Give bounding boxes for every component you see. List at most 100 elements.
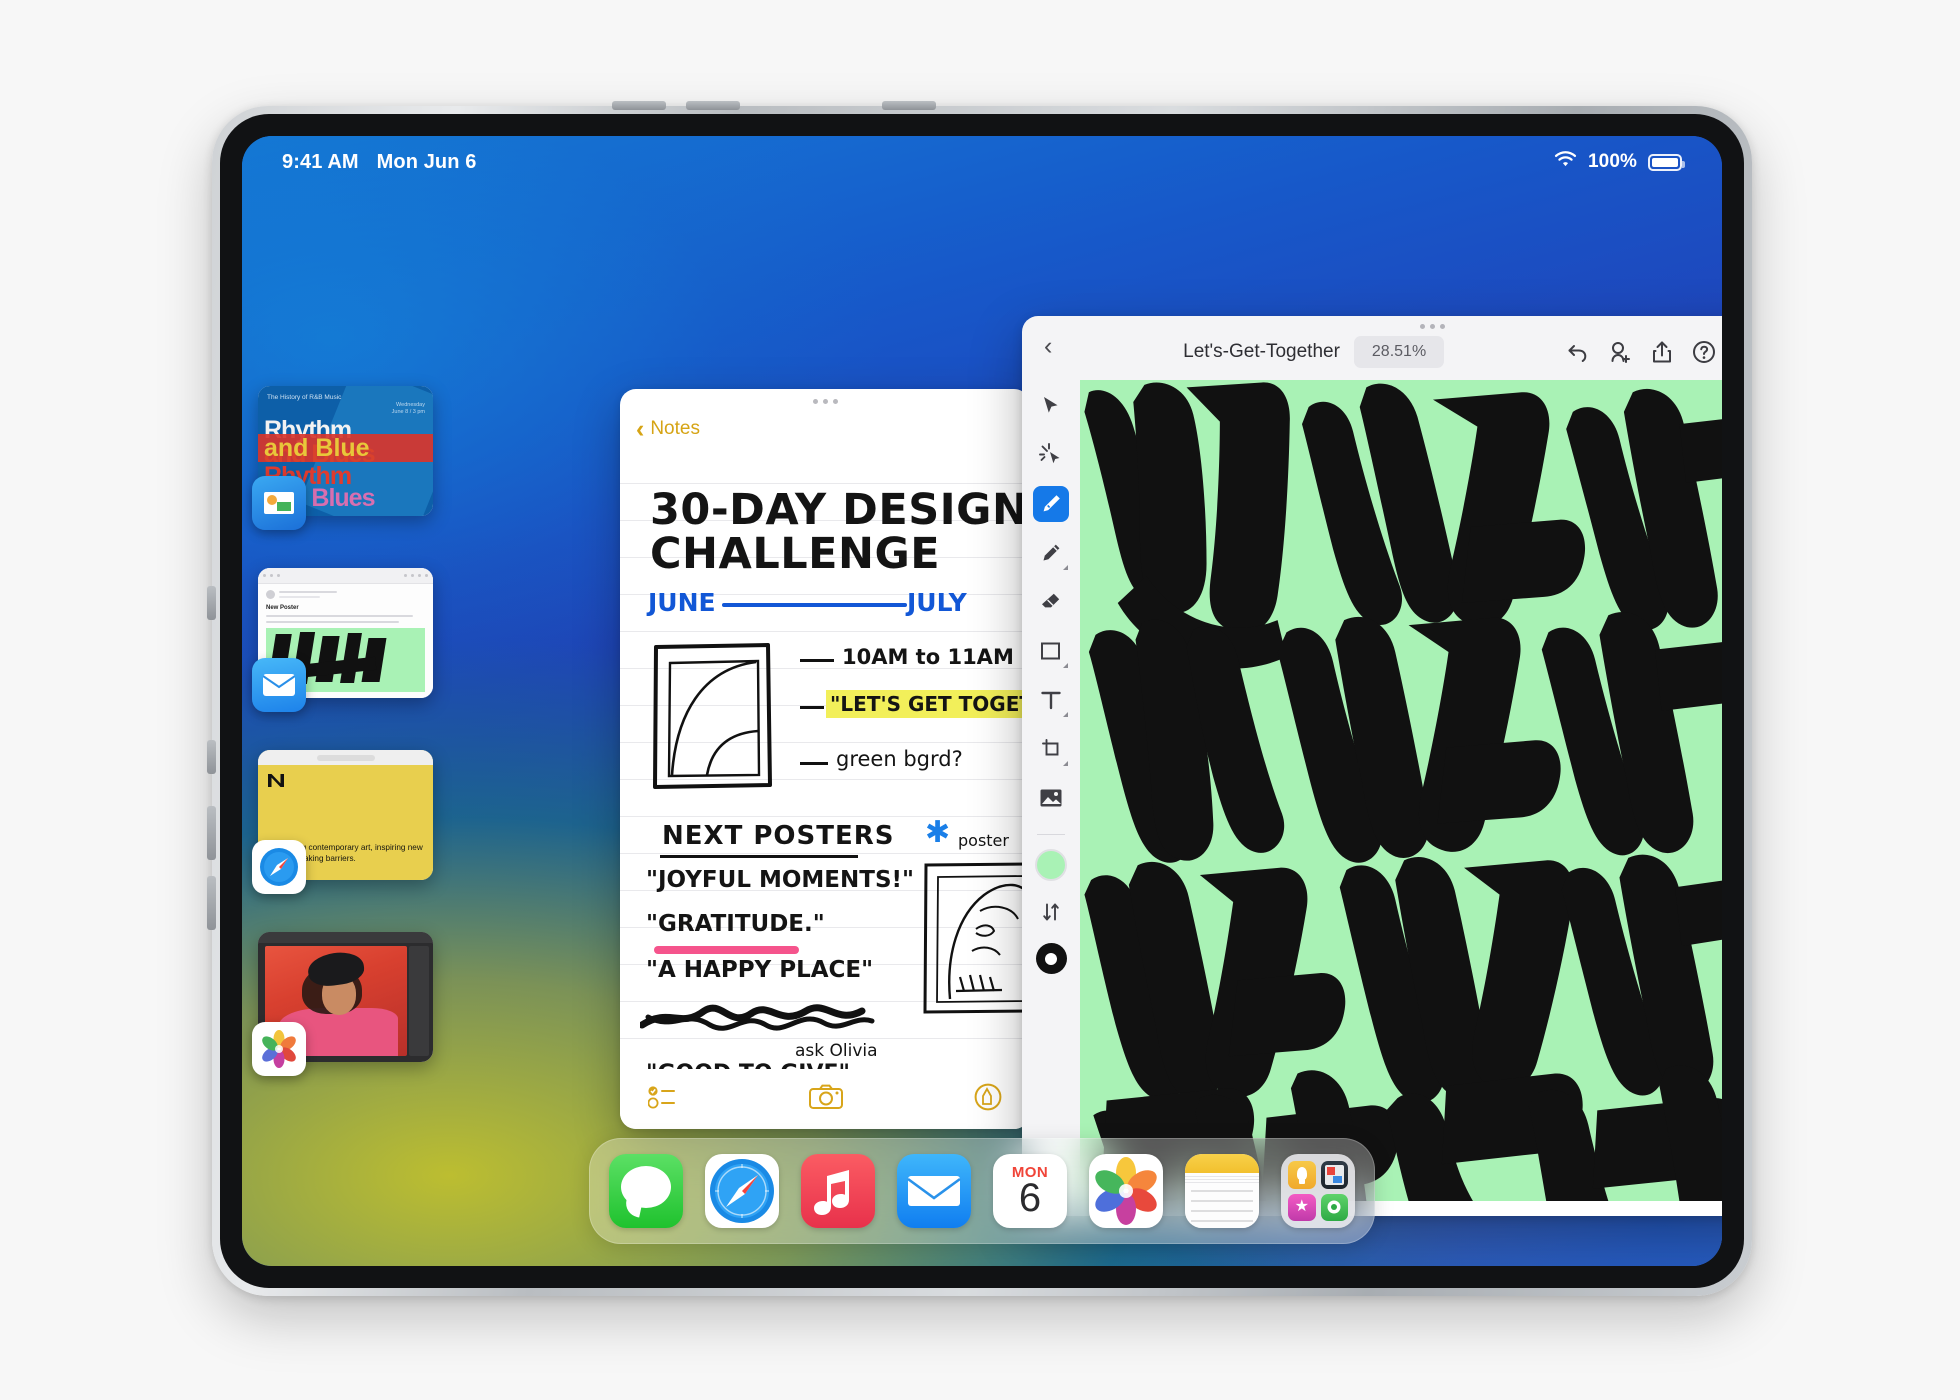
checklist-icon[interactable] xyxy=(647,1084,678,1115)
stroke-ring-icon[interactable] xyxy=(1035,943,1067,974)
keynote-thumb-date: Wednesday June 8 / 3 pm xyxy=(391,402,425,416)
timeline-end-label: JULY xyxy=(907,588,967,617)
music-icon[interactable] xyxy=(801,1154,875,1228)
notes-back-label: Notes xyxy=(650,418,700,439)
screenshot-root: 9:41 AM Mon Jun 6 100% The History of R&… xyxy=(0,0,1960,1400)
poster-item-5: "GOOD TO GIVE" xyxy=(646,1061,850,1069)
notes-sketch-frame xyxy=(653,643,772,789)
side-connector-d xyxy=(207,876,216,930)
calendar-icon[interactable]: MON 6 xyxy=(993,1154,1067,1228)
add-person-icon[interactable] xyxy=(1607,339,1633,365)
swap-arrows-icon[interactable] xyxy=(1033,894,1069,930)
notes-back-button[interactable]: ‹ Notes xyxy=(620,404,1030,446)
stage-card-keynote[interactable]: The History of R&B Music Wednesday June 8… xyxy=(252,386,433,530)
pencil-icon[interactable] xyxy=(1033,535,1069,571)
share-icon[interactable] xyxy=(1649,339,1675,365)
ipad-bezel: 9:41 AM Mon Jun 6 100% The History of R&… xyxy=(220,114,1744,1288)
side-connector-b xyxy=(207,740,216,774)
fill-color-swatch[interactable] xyxy=(1035,849,1067,881)
folder-app-1 xyxy=(1288,1161,1316,1189)
folder-app-3: ★ xyxy=(1288,1193,1316,1221)
notes-paper[interactable]: 30-DAY DESIGN CHALLENGE JUNE JULY 10AM t… xyxy=(620,463,1030,1069)
calendar-day: 6 xyxy=(1018,1176,1042,1220)
battery-percent-label: 100% xyxy=(1588,151,1637,172)
stage-card-mail[interactable]: New Poster xyxy=(252,568,433,712)
stage-card-photos[interactable] xyxy=(252,932,433,1076)
heading-underline xyxy=(660,855,858,858)
sketch-label: poster xyxy=(958,831,1009,850)
ipad-device-frame: 9:41 AM Mon Jun 6 100% The History of R&… xyxy=(207,101,1752,1296)
photos-icon[interactable] xyxy=(1089,1154,1163,1228)
folder-app-2 xyxy=(1320,1161,1348,1189)
side-connector-a xyxy=(207,586,216,620)
rectangle-icon[interactable] xyxy=(1033,633,1069,669)
notes-title-line-2: CHALLENGE xyxy=(650,529,941,579)
dock[interactable]: MON 6 ★ xyxy=(589,1138,1375,1244)
draw-back-button[interactable]: ‹ xyxy=(1038,328,1062,368)
notes-icon[interactable] xyxy=(1185,1154,1259,1228)
keynote-overlay-text: and Blue xyxy=(264,434,370,462)
poster-item-underline xyxy=(654,946,799,954)
bullet-dash-2 xyxy=(800,706,824,709)
bullet-dash-1 xyxy=(800,659,834,662)
ipad-screen: 9:41 AM Mon Jun 6 100% The History of R&… xyxy=(242,136,1722,1266)
battery-icon xyxy=(1648,153,1685,171)
crop-icon[interactable] xyxy=(1033,731,1069,767)
photos-icon[interactable] xyxy=(252,1022,306,1076)
artwork-canvas[interactable] xyxy=(1080,380,1722,1201)
folder-app-4 xyxy=(1320,1193,1348,1221)
select-arrow-icon[interactable] xyxy=(1033,388,1069,424)
scribbled-out-line xyxy=(640,1004,875,1031)
window-menu-dots[interactable] xyxy=(620,389,1030,404)
chevron-left-icon: ‹ xyxy=(636,415,645,443)
drawing-canvas-area[interactable] xyxy=(1080,380,1722,1216)
pen-tool-icon[interactable] xyxy=(1033,486,1069,522)
notes-bullet-3: green bgrd? xyxy=(836,747,963,771)
poster-item-2: "GRATITUDE." xyxy=(646,911,825,937)
portrait-sketch xyxy=(923,862,1030,1014)
image-icon[interactable] xyxy=(1033,780,1069,816)
timeline-rule xyxy=(722,603,907,607)
window-menu-dots[interactable] xyxy=(1022,324,1722,329)
poster-item-3: "A HAPPY PLACE" xyxy=(646,957,874,983)
status-time: 9:41 AM xyxy=(282,150,359,173)
mail-icon[interactable] xyxy=(897,1154,971,1228)
notes-bullet-1: 10AM to 11AM MEET WITH xyxy=(842,645,1030,669)
undo-icon[interactable] xyxy=(1565,339,1591,365)
volume-up-button[interactable] xyxy=(612,101,666,110)
app-folder-icon[interactable]: ★ xyxy=(1281,1154,1355,1228)
volume-down-button[interactable] xyxy=(686,101,740,110)
node-select-icon[interactable] xyxy=(1033,437,1069,473)
keynote-thumb-title: The History of R&B Music xyxy=(267,394,342,401)
notes-section-heading: NEXT POSTERS xyxy=(662,821,895,851)
power-button[interactable] xyxy=(882,101,936,110)
stage-card-safari[interactable]: Advancing contemporary art, inspiring ne… xyxy=(252,750,433,894)
notes-title-line-1: 30-DAY DESIGN xyxy=(650,485,1029,535)
safari-icon[interactable] xyxy=(252,840,306,894)
drawing-left-toolbar xyxy=(1022,380,1080,1216)
artwork-lettering xyxy=(1084,382,1722,1201)
camera-icon[interactable] xyxy=(809,1084,843,1115)
notes-annotation: ask Olivia xyxy=(795,1041,878,1061)
notes-bottom-toolbar[interactable] xyxy=(620,1069,1030,1129)
timeline-start-label: JUNE xyxy=(648,588,716,617)
status-date: Mon Jun 6 xyxy=(376,150,477,173)
keynote-icon[interactable] xyxy=(252,476,306,530)
messages-icon[interactable] xyxy=(609,1154,683,1228)
drawing-app-window[interactable]: ‹ Let's-Get-Together 28.51% xyxy=(1022,316,1722,1216)
markup-pen-icon[interactable] xyxy=(974,1083,1002,1116)
rail-divider xyxy=(1037,834,1065,835)
mail-icon[interactable] xyxy=(252,658,306,712)
stage-manager-strip: The History of R&B Music Wednesday June 8… xyxy=(252,386,438,1114)
zoom-level-field[interactable]: 28.51% xyxy=(1353,336,1445,368)
notes-bullet-2: "LET'S GET TOGETHER" xyxy=(830,692,1030,716)
side-connector-c xyxy=(207,806,216,860)
help-icon[interactable] xyxy=(1691,339,1717,365)
notes-window[interactable]: ‹ Notes 30-DAY DESIGN CHALLENGE JUNE JUL… xyxy=(620,389,1030,1129)
asterisk-icon: ✱ xyxy=(925,816,951,849)
eraser-icon[interactable] xyxy=(1033,584,1069,620)
safari-icon[interactable] xyxy=(705,1154,779,1228)
mail-thumb-subject: New Poster xyxy=(266,605,299,611)
chevron-left-icon: ‹ xyxy=(1044,332,1053,360)
text-tool-icon[interactable] xyxy=(1033,682,1069,718)
